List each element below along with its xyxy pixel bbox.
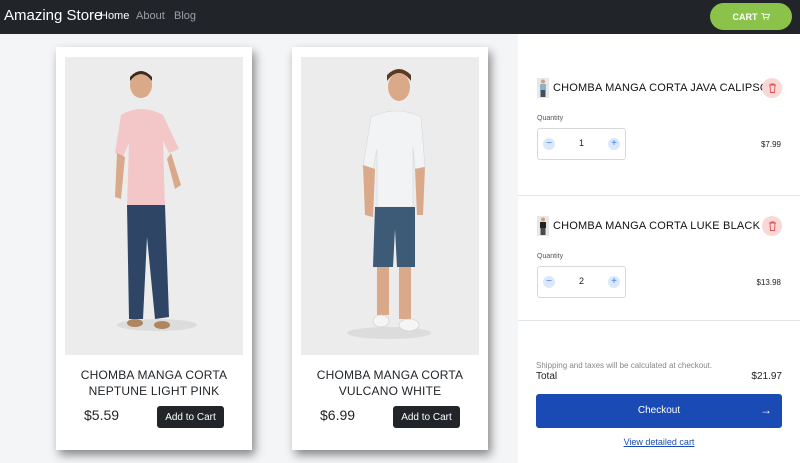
product-title-line-2: VULCANO WHITE: [338, 384, 442, 398]
product-title[interactable]: CHOMBA MANGA CORTA NEPTUNE LIGHT PINK: [56, 367, 252, 399]
arrow-right-icon: →: [760, 403, 772, 417]
cart-item-thumbnail: [537, 78, 549, 98]
quantity-label: Quantity: [537, 253, 564, 260]
view-detailed-cart-link[interactable]: View detailed cart: [518, 437, 800, 447]
product-price: $6.99: [320, 407, 356, 423]
add-to-cart-button[interactable]: Add to Cart: [157, 406, 224, 428]
product-title[interactable]: CHOMBA MANGA CORTA VULCANO WHITE: [292, 367, 488, 399]
product-title-line-1: CHOMBA MANGA CORTA: [80, 368, 228, 382]
cart-item-price: $13.98: [756, 278, 781, 287]
cart-item-price: $7.99: [760, 140, 781, 149]
cart-icon: [760, 13, 770, 20]
cart-item-name[interactable]: CHOMBA MANGA CORTA JAVA CALIPSO: [553, 82, 769, 94]
nav-link-about[interactable]: About: [136, 10, 165, 22]
trash-icon: [768, 83, 776, 93]
cart-item: CHOMBA MANGA CORTA JAVA CALIPSO Quantity…: [518, 52, 800, 196]
brand-logo[interactable]: Amazing Store: [4, 7, 102, 24]
cart-button-label: CART: [732, 11, 758, 22]
remove-item-button[interactable]: [762, 78, 782, 98]
cart-item-name[interactable]: CHOMBA MANGA CORTA LUKE BLACK: [553, 220, 760, 232]
nav-link-home[interactable]: Home: [100, 10, 129, 22]
remove-item-button[interactable]: [762, 216, 782, 236]
total-value: $21.97: [751, 371, 782, 382]
product-image[interactable]: [301, 57, 479, 355]
checkout-button[interactable]: Checkout →: [536, 394, 782, 428]
quantity-stepper: − 1 +: [537, 128, 626, 160]
cart-item-thumbnail: [537, 216, 549, 236]
increase-quantity-button[interactable]: +: [608, 138, 620, 150]
total-label: Total: [536, 371, 558, 382]
cart-panel: CHOMBA MANGA CORTA JAVA CALIPSO Quantity…: [518, 34, 800, 463]
quantity-stepper: − 2 +: [537, 266, 626, 298]
add-to-cart-button[interactable]: Add to Cart: [393, 406, 460, 428]
trash-icon: [768, 221, 776, 231]
shipping-note: Shipping and taxes will be calculated at…: [536, 361, 713, 370]
checkout-button-label: Checkout: [637, 405, 681, 416]
product-price: $5.59: [84, 407, 120, 423]
product-list: CHOMBA MANGA CORTA NEPTUNE LIGHT PINK $5…: [0, 34, 518, 463]
product-title-line-1: CHOMBA MANGA CORTA: [316, 368, 464, 382]
product-card: CHOMBA MANGA CORTA VULCANO WHITE $6.99 A…: [292, 47, 488, 450]
cart-button[interactable]: CART: [710, 3, 792, 30]
navbar: Amazing Store Home About Blog CART: [0, 0, 800, 34]
product-image[interactable]: [65, 57, 243, 355]
increase-quantity-button[interactable]: +: [608, 276, 620, 288]
product-title-line-2: NEPTUNE LIGHT PINK: [88, 384, 220, 398]
cart-item: CHOMBA MANGA CORTA LUKE BLACK Quantity −…: [518, 196, 800, 321]
nav-link-blog[interactable]: Blog: [174, 10, 196, 22]
product-card: CHOMBA MANGA CORTA NEPTUNE LIGHT PINK $5…: [56, 47, 252, 450]
quantity-label: Quantity: [537, 115, 564, 122]
